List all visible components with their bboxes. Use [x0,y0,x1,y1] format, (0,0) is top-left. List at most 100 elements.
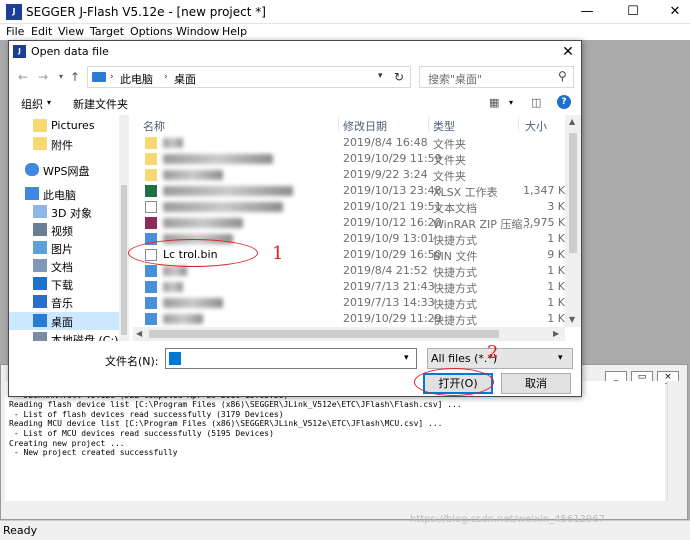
chevron-right-icon: › [110,72,114,82]
menu-edit[interactable]: Edit [31,25,52,38]
new-folder-button[interactable]: 新建文件夹 [73,96,128,112]
dialog-close-button[interactable]: ✕ [559,43,577,61]
file-size: 1 K [547,312,565,325]
file-row[interactable]: 2019/7/13 21:43 快捷方式 1 K [133,279,573,295]
chevron-down-icon[interactable]: ▾ [404,353,409,363]
help-icon[interactable]: ? [557,95,571,109]
column-divider[interactable] [338,117,339,131]
preview-pane-icon[interactable]: ◫ [531,96,541,109]
menu-bar: File Edit View Target Options Window Hel… [0,24,690,40]
nav-item[interactable]: Pictures [9,117,119,135]
menu-file[interactable]: File [6,25,24,38]
file-row[interactable]: 2019/8/4 16:48 文件夹 [133,135,573,151]
pictures-icon [33,241,47,254]
file-row[interactable]: 2019/10/21 19:51 文本文档 3 K [133,199,573,215]
file-row[interactable]: 2019/10/13 23:48 XLSX 工作表 1,347 K [133,183,573,199]
cloud-icon [25,163,39,176]
computer-icon [92,72,106,82]
log-line: Reading MCU device list [C:\Program File… [9,419,443,429]
file-list-vertical-scrollbar[interactable]: ▲ ▼ [565,115,581,327]
forward-arrow-icon[interactable]: → [35,69,51,85]
nav-item[interactable]: 下载 [9,275,119,293]
nav-item[interactable]: 附件 [9,135,119,153]
menu-target[interactable]: Target [90,25,124,38]
shortcut-icon [145,281,157,293]
file-size: 9 K [547,248,565,261]
nav-item[interactable]: 文档 [9,257,119,275]
scroll-down-arrow-icon[interactable]: ▼ [569,315,575,324]
maximize-button[interactable]: ☐ [618,2,648,22]
column-size[interactable]: 大小 [525,118,547,134]
filename-selected-text[interactable] [169,352,181,365]
file-date: 2019/8/4 21:52 [343,264,428,277]
back-arrow-icon[interactable]: ← [15,69,31,85]
file-date: 2019/8/4 16:48 [343,136,428,149]
nav-item[interactable]: 3D 对象 [9,203,119,221]
nav-item[interactable]: 本地磁盘 (C:) [9,330,119,341]
nav-item[interactable]: 此电脑 [9,185,119,203]
view-options-icon[interactable]: ▦ [489,96,499,109]
column-date-modified[interactable]: 修改日期 [343,118,387,134]
nav-pane-scrollbar[interactable] [119,115,129,341]
column-type[interactable]: 类型 [433,118,455,134]
refresh-icon[interactable]: ↻ [394,70,404,84]
scroll-right-arrow-icon[interactable]: ▶ [553,329,559,338]
search-box[interactable]: 搜索"桌面" ⚲ [419,66,574,88]
nav-item[interactable]: 图片 [9,239,119,257]
scrollbar-thumb[interactable] [569,133,577,253]
main-window-title: SEGGER J-Flash V5.12e - [new project *] [26,5,266,19]
breadcrumb-this-pc[interactable]: 此电脑 [120,71,153,87]
filename-input[interactable]: ▾ [165,348,417,369]
file-row[interactable]: 2019/9/22 3:24 文件夹 [133,167,573,183]
file-row[interactable]: 2019/10/29 11:29 快捷方式 1 K [133,311,573,327]
file-row[interactable]: 2019/10/29 11:59 文件夹 [133,151,573,167]
search-icon[interactable]: ⚲ [558,69,567,83]
address-bar[interactable]: › 此电脑 › 桌面 ▾ ↻ [87,66,411,88]
chevron-down-icon[interactable]: ▾ [558,353,563,363]
cancel-button[interactable]: 取消 [501,373,571,394]
file-list-horizontal-scrollbar[interactable]: ◀ ▶ [133,327,565,341]
shortcut-icon [145,297,157,309]
chevron-down-icon[interactable]: ▾ [378,71,383,81]
file-date: 2019/10/29 11:59 [343,152,442,165]
nav-item[interactable]: 桌面 [9,312,119,330]
file-date: 2019/7/13 21:43 [343,280,435,293]
file-date: 2019/10/13 23:48 [343,184,442,197]
file-type: WinRAR ZIP 压缩... [433,218,533,231]
log-scrollbar[interactable] [667,381,685,501]
scrollbar-thumb[interactable] [149,330,499,338]
file-type: BIN 文件 [433,250,478,263]
minimize-button[interactable]: — [572,2,602,22]
download-icon [33,277,47,290]
scroll-left-arrow-icon[interactable]: ◀ [136,329,142,338]
folder-icon [33,137,47,150]
file-type-filter[interactable]: All files (*.*) ▾ [427,348,573,369]
column-divider[interactable] [428,117,429,131]
menu-help[interactable]: Help [222,25,247,38]
scrollbar-thumb[interactable] [121,185,127,335]
menu-window[interactable]: Window [176,25,219,38]
nav-item[interactable]: 视频 [9,221,119,239]
menu-options[interactable]: Options [130,25,172,38]
nav-item[interactable]: WPS网盘 [9,161,119,179]
search-input[interactable]: 搜索"桌面" [428,71,482,87]
nav-item-label: 此电脑 [43,189,76,202]
up-arrow-icon[interactable]: ↑ [67,69,83,85]
file-name [163,218,243,228]
scroll-up-arrow-icon[interactable]: ▲ [569,117,575,126]
nav-item[interactable]: 音乐 [9,293,119,311]
file-type: 文本文档 [433,202,477,215]
column-name[interactable]: 名称 [143,118,165,134]
folder-icon [145,153,157,165]
menu-view[interactable]: View [58,25,84,38]
close-button[interactable]: ✕ [660,2,690,22]
folder-icon [145,169,157,181]
file-row[interactable]: 2019/10/12 16:20 WinRAR ZIP 压缩... 3,975 K [133,215,573,231]
chevron-down-icon[interactable]: ▾ [509,98,513,107]
breadcrumb-desktop[interactable]: 桌面 [174,71,196,87]
organize-menu[interactable]: 组织 [21,96,43,112]
column-divider[interactable] [518,117,519,131]
file-type: 快捷方式 [433,282,477,295]
file-row[interactable]: 2019/7/13 14:33 快捷方式 1 K [133,295,573,311]
folder-icon [145,137,157,149]
